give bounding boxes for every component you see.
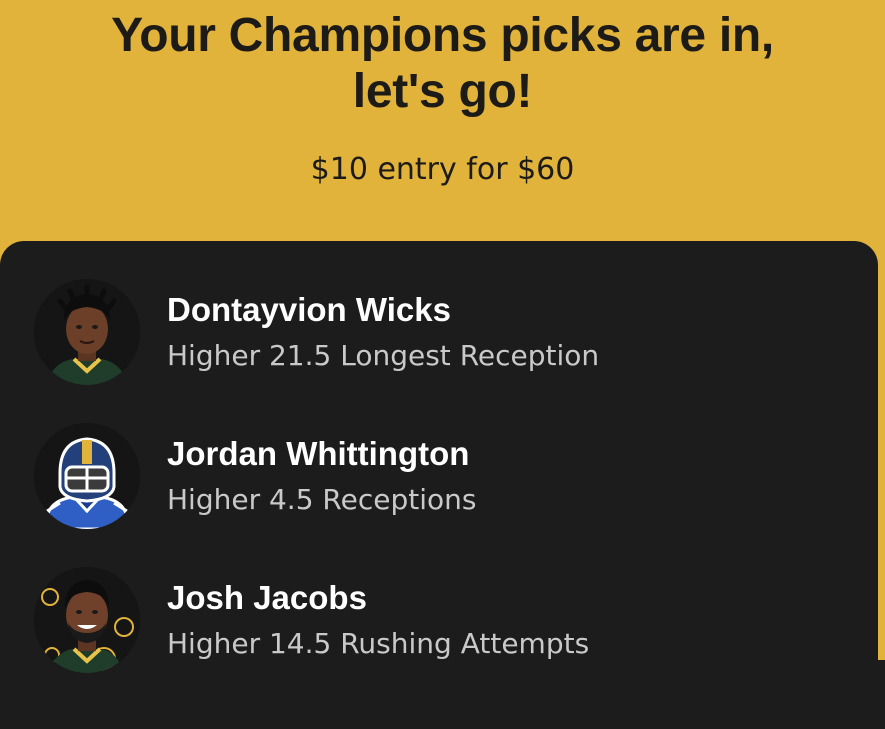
pick-projection: Higher 14.5 Rushing Attempts	[167, 627, 590, 660]
title-line-2: let's go!	[352, 65, 533, 118]
player-photo-icon	[34, 567, 140, 673]
player-avatar	[34, 423, 140, 529]
player-name: Dontayvion Wicks	[167, 291, 451, 328]
pick-row[interactable]: Dontayvion Wicks Higher 21.5 Longest Rec…	[34, 279, 854, 385]
player-photo-icon	[34, 279, 140, 385]
picks-card: Dontayvion Wicks Higher 21.5 Longest Rec…	[0, 241, 878, 729]
confirmation-header: Your Champions picks are in, let's go! $…	[0, 0, 885, 188]
player-avatar	[34, 279, 140, 385]
pick-row[interactable]: Josh Jacobs Higher 14.5 Rushing Attempts	[34, 567, 854, 673]
title-line-1: Your Champions picks are in,	[111, 9, 774, 62]
card-edge	[878, 660, 885, 729]
player-name: Jordan Whittington	[167, 435, 470, 472]
entry-payout-text: $10 entry for $60	[310, 152, 575, 187]
pick-projection: Higher 21.5 Longest Reception	[167, 339, 600, 372]
pick-projection: Higher 4.5 Receptions	[167, 483, 477, 516]
page-title: Your Champions picks are in, let's go!	[0, 0, 885, 120]
pick-row[interactable]: Jordan Whittington Higher 4.5 Receptions	[34, 423, 854, 529]
picks-confirmation-screen: Your Champions picks are in, let's go! $…	[0, 0, 885, 729]
player-name: Josh Jacobs	[167, 579, 367, 616]
player-avatar	[34, 567, 140, 673]
football-helmet-icon	[34, 423, 140, 529]
